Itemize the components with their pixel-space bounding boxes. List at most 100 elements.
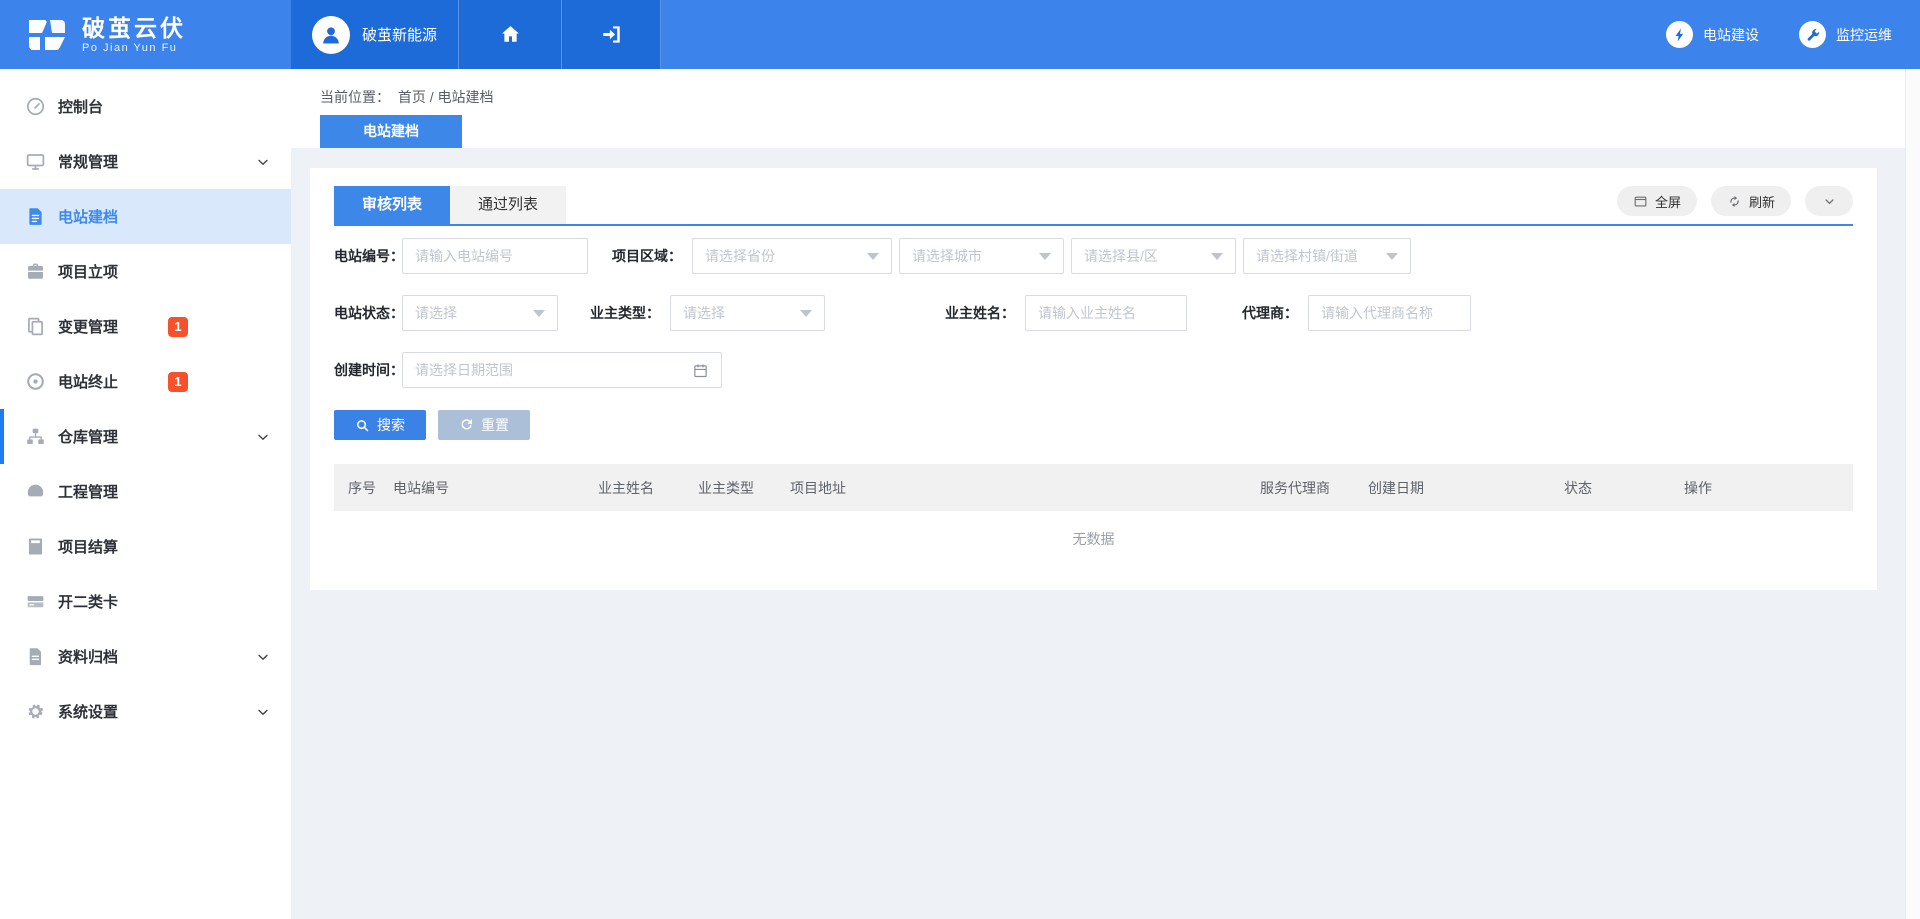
header-right-nav: 电站建设 监控运维 [661,0,1920,69]
calendar-icon [692,362,709,379]
town-select[interactable]: 请选择村镇/街道 [1243,238,1411,274]
sidebar-item-project-initiation[interactable]: 项目立项 [0,244,291,299]
form-row: 电站编号： 请输入电站编号 项目区域： [334,238,1853,274]
logout-button[interactable] [562,0,661,69]
reset-button[interactable]: 重置 [438,410,530,440]
sidebar-item-console[interactable]: 控制台 [0,79,291,134]
scrollbar[interactable] [1905,69,1920,919]
placeholder-text: 请选择 [415,303,525,323]
dashboard-icon [25,96,46,117]
card-icon [25,591,46,612]
caret-down-icon [533,310,545,317]
sitemap-icon [25,426,46,447]
breadcrumb-strip: 当前位置： 首页 / 电站建档 电站建档 [291,69,1920,148]
form-field: 创建时间： 请选择日期范围 [334,352,722,388]
form-field: 项目区域： 请选择省份 [612,238,892,274]
empty-state: 无数据 [334,511,1853,567]
fullscreen-button[interactable]: 全屏 [1617,186,1697,216]
owner-type-select[interactable]: 请选择 [670,295,825,331]
nav-monitor-ops[interactable]: 监控运维 [1799,21,1892,48]
collapse-button[interactable] [1805,186,1853,216]
panel-tabs-row: 审核列表通过列表 全屏 刷新 [334,186,1853,226]
city-select[interactable]: 请选择城市 [899,238,1064,274]
station-status-select[interactable]: 请选择 [402,295,558,331]
column-header: 业主姓名 [598,478,698,498]
company-name: 破茧新能源 [362,24,437,45]
panel-tab[interactable]: 审核列表 [334,186,450,224]
placeholder-text: 请选择 [683,303,792,323]
chevron-down-icon [1822,194,1837,209]
brand-name: 破茧云伏 [82,15,186,41]
current-user[interactable]: 破茧新能源 [291,0,459,69]
stop-icon [25,371,46,392]
placeholder-text: 请选择省份 [705,246,859,266]
sidebar-item-change-mgmt[interactable]: 变更管理 1 [0,299,291,354]
avatar [312,16,350,54]
home-button[interactable] [459,0,562,69]
home-icon [499,23,522,46]
column-header: 项目地址 [790,478,1260,498]
form-field: 代理商： 请输入代理商名称 [1242,295,1471,331]
form-actions: 搜索 重置 [334,410,1853,440]
breadcrumb: 当前位置： 首页 / 电站建档 [291,69,1920,107]
copy-icon [25,316,46,337]
placeholder-text: 请选择县/区 [1084,246,1203,266]
column-header: 业主类型 [698,478,790,498]
owner-name-input[interactable]: 请输入业主姓名 [1025,295,1187,331]
station-code-input[interactable]: 请输入电站编号 [402,238,588,274]
search-button[interactable]: 搜索 [334,410,426,440]
placeholder-text: 请输入电站编号 [415,246,575,266]
brand-text: 破茧云伏 Po Jian Yun Fu [82,15,186,54]
notification-badge: 1 [168,317,188,337]
field-label: 电站编号： [334,246,402,266]
agent-input[interactable]: 请输入代理商名称 [1308,295,1471,331]
chevron-down-icon [255,429,271,445]
column-header: 序号 [348,478,393,498]
brand-logo-icon [24,12,70,58]
sidebar-item-project-settlement[interactable]: 项目结算 [0,519,291,574]
brand-logo-area[interactable]: 破茧云伏 Po Jian Yun Fu [0,0,291,69]
create-time-range-input[interactable]: 请选择日期范围 [402,352,722,388]
column-header: 操作 [1684,478,1853,498]
page-tab-station-filing[interactable]: 电站建档 [320,115,462,148]
gear-icon [25,701,46,722]
sidebar-item-warehouse-mgmt[interactable]: 仓库管理 [0,409,291,464]
document-icon [25,206,46,227]
nav-station-construction[interactable]: 电站建设 [1666,21,1759,48]
sidebar-item-station-termination[interactable]: 电站终止 1 [0,354,291,409]
monitor-icon [25,151,46,172]
sidebar-item-general-mgmt[interactable]: 常规管理 [0,134,291,189]
caret-down-icon [867,253,879,260]
placeholder-text: 请选择城市 [912,246,1031,266]
column-header: 创建日期 [1368,478,1564,498]
form-field: 电站编号： 请输入电站编号 [334,238,588,274]
panel-tab[interactable]: 通过列表 [450,186,566,224]
form-field: 业主类型： 请选择 [590,295,825,331]
placeholder-text: 请选择日期范围 [415,360,684,380]
results-table: 序号电站编号业主姓名业主类型项目地址服务代理商创建日期状态操作 无数据 [334,464,1853,567]
notification-badge: 1 [168,372,188,392]
placeholder-text: 请输入业主姓名 [1038,303,1174,323]
refresh-button[interactable]: 刷新 [1711,186,1791,216]
login-arrow-icon [600,23,623,46]
table-header-row: 序号电站编号业主姓名业主类型项目地址服务代理商创建日期状态操作 [334,464,1853,511]
caret-down-icon [800,310,812,317]
form-field: 请选择县/区 [1071,238,1236,274]
province-select[interactable]: 请选择省份 [692,238,892,274]
search-filter-form: 电站编号： 请输入电站编号 项目区域： [334,238,1853,388]
content-panel: 审核列表通过列表 全屏 刷新 [310,168,1877,590]
sidebar-item-data-archive[interactable]: 资料归档 [0,629,291,684]
bolt-icon [1672,27,1688,43]
gauge-icon [25,481,46,502]
sidebar-item-station-filing[interactable]: 电站建档 [0,189,291,244]
panel-tabs: 审核列表通过列表 [334,186,566,224]
breadcrumb-path[interactable]: 首页 / 电站建档 [398,89,494,105]
app-window: 破茧云伏 Po Jian Yun Fu 破茧新能源 [0,0,1920,919]
form-field: 请选择村镇/街道 [1243,238,1411,274]
district-select[interactable]: 请选择县/区 [1071,238,1236,274]
field-label: 业主类型： [590,303,670,323]
sidebar-item-engineering-mgmt[interactable]: 工程管理 [0,464,291,519]
main-area: 当前位置： 首页 / 电站建档 电站建档 审核列表通过列表 全屏 [291,69,1920,919]
sidebar-item-open-type2-card[interactable]: 开二类卡 [0,574,291,629]
sidebar-item-system-settings[interactable]: 系统设置 [0,684,291,739]
